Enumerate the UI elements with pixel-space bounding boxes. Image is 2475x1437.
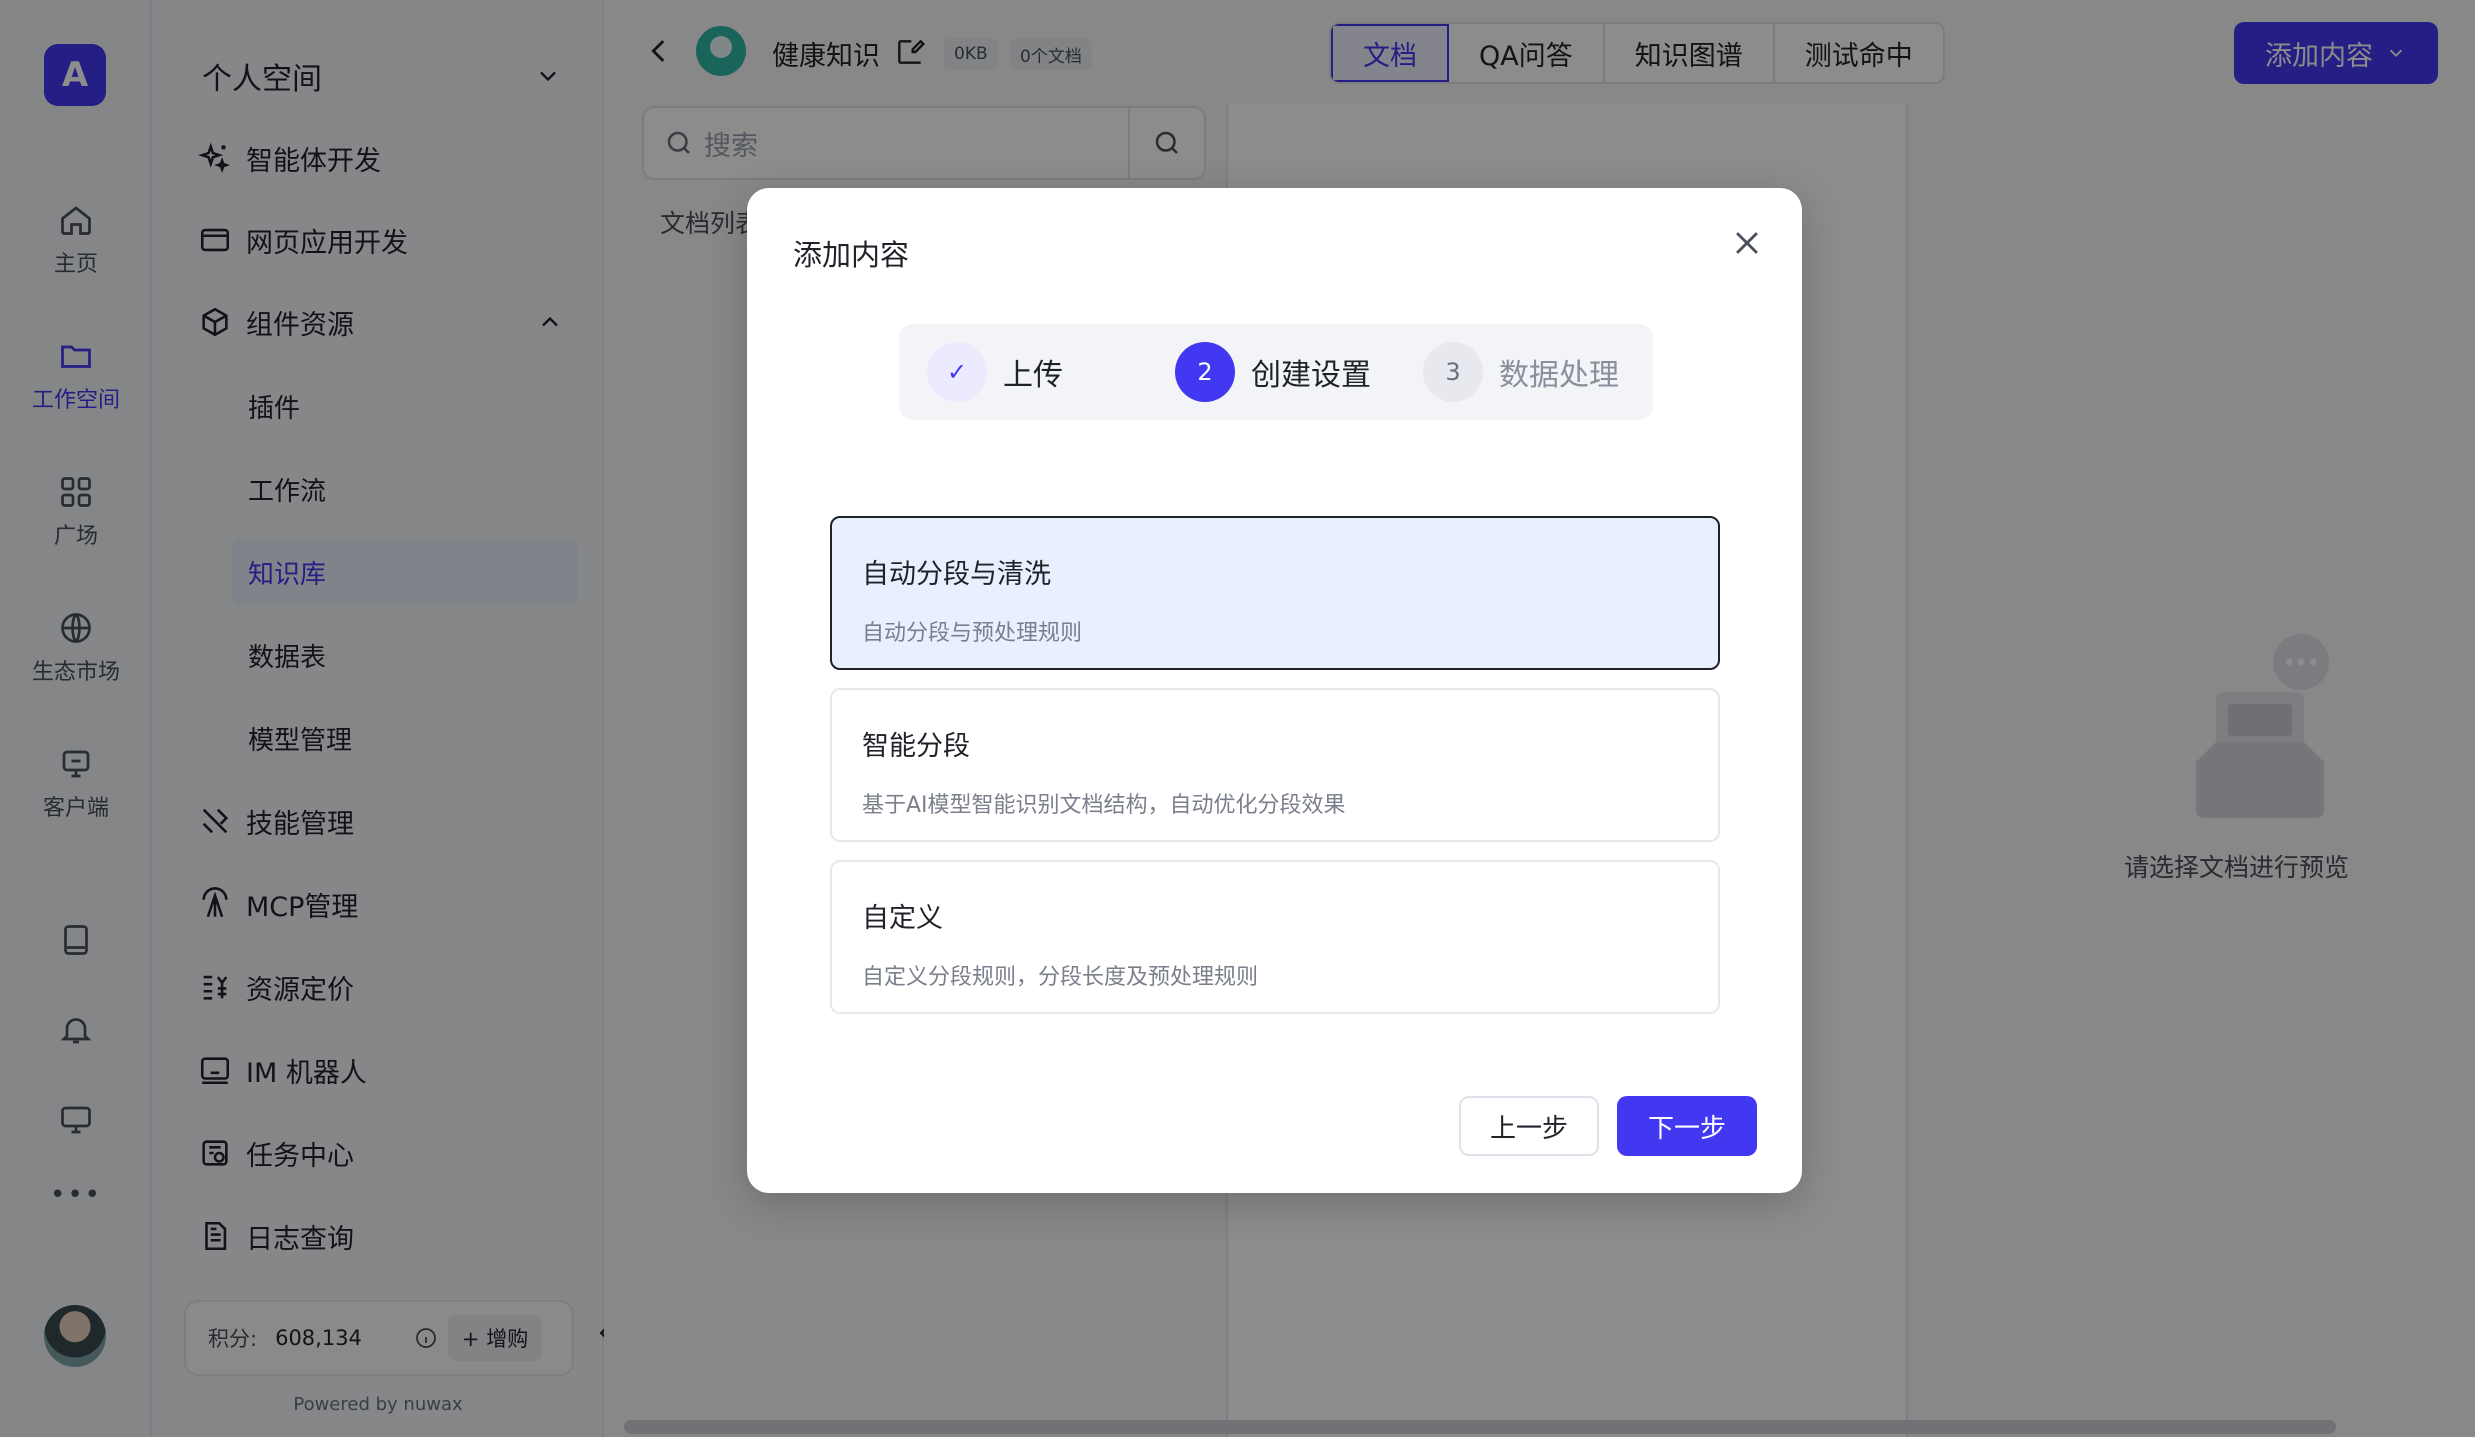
- add-content-dialog: 添加内容 ✓ 上传 2 创建设置 3 数据处理 自动分段与清洗 自动分段与预处理…: [747, 188, 1802, 1193]
- close-icon: [1736, 232, 1758, 254]
- dialog-title: 添加内容: [793, 238, 910, 272]
- step-data-processing: 3 数据处理: [1423, 342, 1619, 402]
- close-button[interactable]: [1730, 226, 1764, 264]
- page: A 主页 工作空间 广场 生态市场 客户端 ••• 个人空间 智能体开发 网页应…: [0, 0, 2475, 1437]
- step-check-icon: ✓: [927, 342, 987, 402]
- step-create-settings: 2 创建设置: [1175, 342, 1371, 402]
- option-custom[interactable]: 自定义 自定义分段规则，分段长度及预处理规则: [830, 860, 1720, 1014]
- option-auto-segment[interactable]: 自动分段与清洗 自动分段与预处理规则: [830, 516, 1720, 670]
- previous-step-button[interactable]: 上一步: [1459, 1096, 1599, 1156]
- option-smart-segment[interactable]: 智能分段 基于AI模型智能识别文档结构，自动优化分段效果: [830, 688, 1720, 842]
- stepper: ✓ 上传 2 创建设置 3 数据处理: [899, 324, 1653, 420]
- step-upload: ✓ 上传: [927, 342, 1063, 402]
- next-step-button[interactable]: 下一步: [1617, 1096, 1757, 1156]
